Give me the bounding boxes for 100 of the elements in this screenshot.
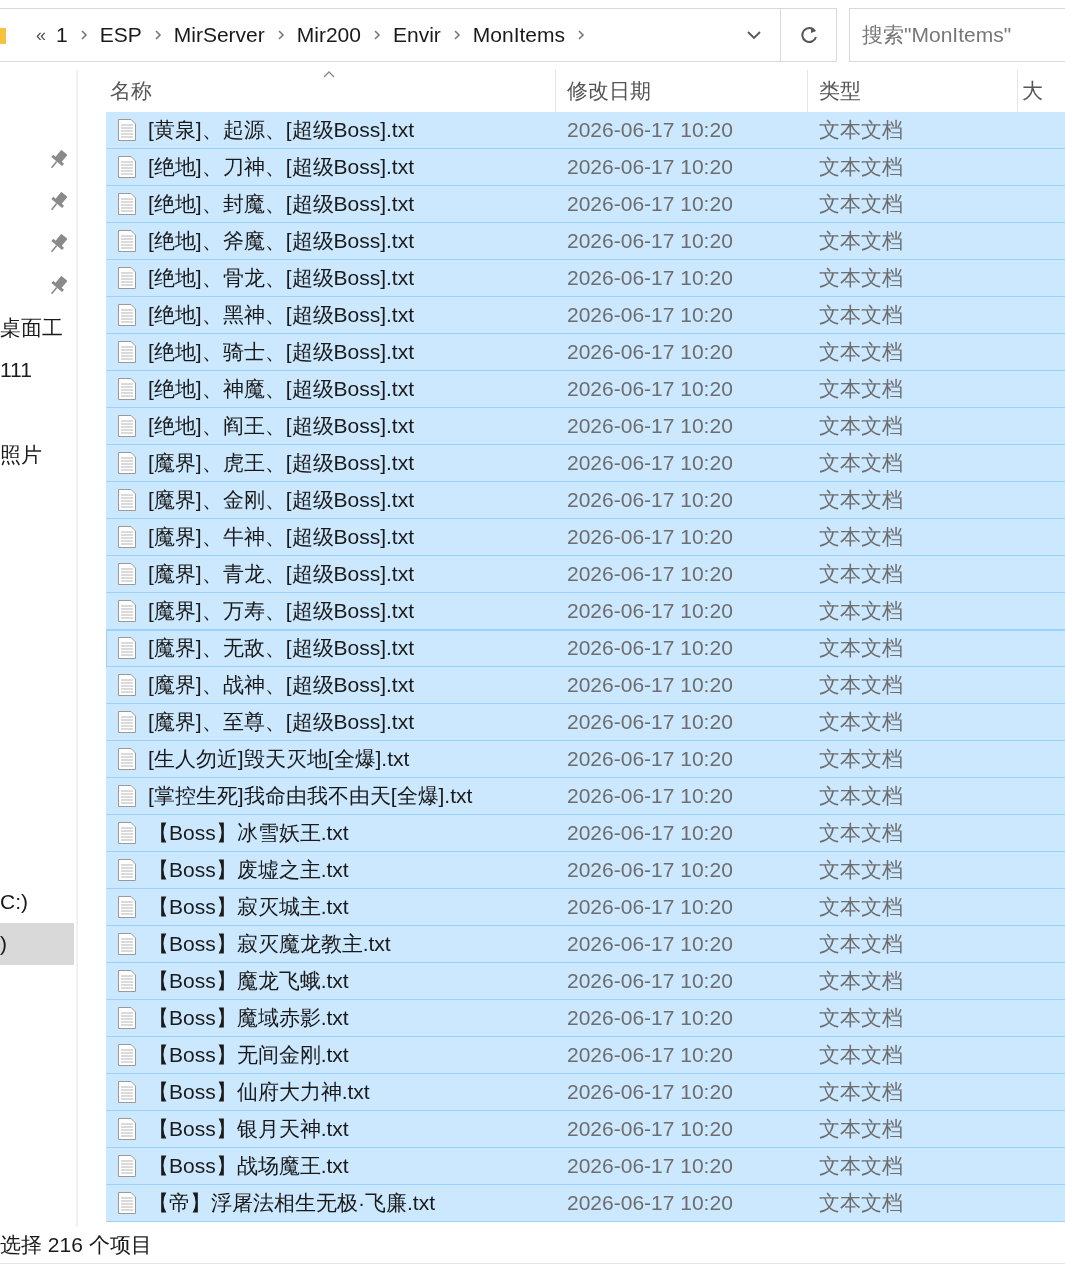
file-type: 文本文档 — [819, 303, 903, 327]
file-row[interactable]: 【Boss】魔域赤影.txt 2026-06-17 10:20 文本文档 — [106, 999, 1065, 1037]
modified-date: 2026-06-17 10:20 — [567, 451, 733, 475]
modified-date: 2026-06-17 10:20 — [567, 1080, 733, 1104]
breadcrumb-item[interactable]: Envir — [392, 23, 441, 47]
modified-date: 2026-06-17 10:20 — [567, 488, 733, 512]
text-file-icon — [117, 821, 137, 846]
chevron-right-icon — [372, 30, 381, 40]
column-header[interactable]: 名称 — [106, 69, 556, 112]
column-header[interactable]: 大 — [1018, 69, 1065, 112]
text-file-icon — [117, 266, 137, 291]
modified-date: 2026-06-17 10:20 — [567, 118, 733, 142]
breadcrumb-item[interactable]: MonItems — [472, 23, 565, 47]
file-row[interactable]: [黄泉]、起源、[超级Boss].txt 2026-06-17 10:20 文本文档 — [106, 111, 1065, 149]
file-row[interactable]: 【Boss】废墟之主.txt 2026-06-17 10:20 文本文档 — [106, 851, 1065, 889]
file-type: 文本文档 — [819, 118, 903, 142]
file-row[interactable]: [掌控生死]我命由我不由天[全爆].txt 2026-06-17 10:20 文本文档 — [106, 777, 1065, 815]
file-name: [魔界]、虎王、[超级Boss].txt — [148, 450, 415, 477]
file-row[interactable]: [魔界]、无敌、[超级Boss].txt 2026-06-17 10:20 文本文档 — [106, 629, 1065, 667]
pin-icon — [48, 274, 68, 297]
refresh-icon — [798, 25, 819, 45]
file-row[interactable]: [生人勿近]毁天灭地[全爆].txt 2026-06-17 10:20 文本文档 — [106, 740, 1065, 778]
text-file-icon — [117, 747, 137, 772]
file-row[interactable]: [魔界]、牛神、[超级Boss].txt 2026-06-17 10:20 文本文档 — [106, 518, 1065, 556]
file-type: 文本文档 — [819, 1006, 903, 1030]
text-file-icon — [117, 451, 137, 476]
file-row[interactable]: [魔界]、金刚、[超级Boss].txt 2026-06-17 10:20 文本文档 — [106, 481, 1065, 519]
column-header[interactable]: 修改日期 — [556, 69, 808, 112]
text-file-icon — [117, 414, 137, 439]
breadcrumb-item[interactable]: 1 — [56, 23, 68, 47]
file-row[interactable]: 【Boss】魔龙飞蛾.txt 2026-06-17 10:20 文本文档 — [106, 962, 1065, 1000]
file-row[interactable]: [绝地]、骑士、[超级Boss].txt 2026-06-17 10:20 文本文档 — [106, 333, 1065, 371]
breadcrumb-item[interactable]: Mir200 — [296, 23, 361, 47]
text-file-icon — [117, 1117, 137, 1142]
breadcrumb-item[interactable]: ESP — [99, 23, 142, 47]
file-type: 文本文档 — [819, 1117, 903, 1141]
file-row[interactable]: [绝地]、骨龙、[超级Boss].txt 2026-06-17 10:20 文本文档 — [106, 259, 1065, 297]
sidebar-item[interactable]: C:) — [0, 880, 74, 923]
file-name: [魔界]、金刚、[超级Boss].txt — [148, 487, 415, 514]
modified-date: 2026-06-17 10:20 — [567, 266, 733, 290]
file-type: 文本文档 — [819, 821, 903, 845]
overflow-chevron[interactable]: « — [36, 24, 46, 46]
file-row[interactable]: 【帝】浮屠法相生无极·飞廉.txt 2026-06-17 10:20 文本文档 — [106, 1184, 1065, 1222]
file-row[interactable]: [绝地]、刀神、[超级Boss].txt 2026-06-17 10:20 文本文档 — [106, 148, 1065, 186]
file-row[interactable]: [绝地]、神魔、[超级Boss].txt 2026-06-17 10:20 文本文档 — [106, 370, 1065, 408]
pin-icon — [48, 148, 68, 171]
modified-date: 2026-06-17 10:20 — [567, 784, 733, 808]
text-file-icon — [117, 303, 137, 328]
text-file-icon — [117, 710, 137, 735]
sidebar-item[interactable]: 111 — [0, 348, 74, 391]
column-header[interactable]: 类型 — [808, 69, 1018, 112]
modified-date: 2026-06-17 10:20 — [567, 710, 733, 734]
file-row[interactable]: [魔界]、青龙、[超级Boss].txt 2026-06-17 10:20 文本文档 — [106, 555, 1065, 593]
text-file-icon — [117, 1006, 137, 1031]
file-name: [掌控生死]我命由我不由天[全爆].txt — [148, 783, 473, 810]
search-field[interactable]: 搜索"MonItems" — [849, 8, 1065, 62]
text-file-icon — [117, 599, 137, 624]
file-row[interactable]: [绝地]、封魔、[超级Boss].txt 2026-06-17 10:20 文本文档 — [106, 185, 1065, 223]
file-row[interactable]: [魔界]、至尊、[超级Boss].txt 2026-06-17 10:20 文本文档 — [106, 703, 1065, 741]
file-type: 文本文档 — [819, 673, 903, 697]
text-file-icon — [117, 784, 137, 809]
file-row[interactable]: 【Boss】冰雪妖王.txt 2026-06-17 10:20 文本文档 — [106, 814, 1065, 852]
file-name: 【Boss】冰雪妖王.txt — [148, 820, 349, 847]
chevron-right-icon — [153, 30, 162, 40]
file-type: 文本文档 — [819, 488, 903, 512]
modified-date: 2026-06-17 10:20 — [567, 673, 733, 697]
file-type: 文本文档 — [819, 377, 903, 401]
file-name: 【Boss】魔域赤影.txt — [148, 1005, 349, 1032]
file-type: 文本文档 — [819, 969, 903, 993]
file-row[interactable]: [魔界]、战神、[超级Boss].txt 2026-06-17 10:20 文本文档 — [106, 666, 1065, 704]
file-row[interactable]: [魔界]、虎王、[超级Boss].txt 2026-06-17 10:20 文本文档 — [106, 444, 1065, 482]
file-row[interactable]: [绝地]、黑神、[超级Boss].txt 2026-06-17 10:20 文本文档 — [106, 296, 1065, 334]
sidebar-item[interactable]: ) — [0, 922, 74, 965]
file-row[interactable]: 【Boss】战场魔王.txt 2026-06-17 10:20 文本文档 — [106, 1147, 1065, 1185]
file-row[interactable]: [绝地]、阎王、[超级Boss].txt 2026-06-17 10:20 文本文档 — [106, 407, 1065, 445]
file-name: [绝地]、斧魔、[超级Boss].txt — [148, 228, 415, 255]
status-text: 选择 216 个项目 — [0, 1232, 152, 1258]
file-row[interactable]: [绝地]、斧魔、[超级Boss].txt 2026-06-17 10:20 文本文档 — [106, 222, 1065, 260]
modified-date: 2026-06-17 10:20 — [567, 969, 733, 993]
sidebar-item[interactable]: 桌面工 — [0, 306, 74, 349]
text-file-icon — [117, 1043, 137, 1068]
text-file-icon — [117, 229, 137, 254]
text-file-icon — [117, 155, 137, 180]
file-row[interactable]: 【Boss】寂灭城主.txt 2026-06-17 10:20 文本文档 — [106, 888, 1065, 926]
file-row[interactable]: [魔界]、万寿、[超级Boss].txt 2026-06-17 10:20 文本文档 — [106, 592, 1065, 630]
sidebar-item[interactable]: 照片 — [0, 433, 74, 476]
file-type: 文本文档 — [819, 340, 903, 364]
file-row[interactable]: 【Boss】仙府大力神.txt 2026-06-17 10:20 文本文档 — [106, 1073, 1065, 1111]
breadcrumb-item[interactable]: MirServer — [173, 23, 265, 47]
modified-date: 2026-06-17 10:20 — [567, 636, 733, 660]
file-row[interactable]: 【Boss】银月天神.txt 2026-06-17 10:20 文本文档 — [106, 1110, 1065, 1148]
dropdown-icon — [746, 30, 763, 40]
file-type: 文本文档 — [819, 1191, 903, 1215]
file-row[interactable]: 【Boss】寂灭魔龙教主.txt 2026-06-17 10:20 文本文档 — [106, 925, 1065, 963]
file-row[interactable]: 【Boss】无间金刚.txt 2026-06-17 10:20 文本文档 — [106, 1036, 1065, 1074]
file-type: 文本文档 — [819, 266, 903, 290]
file-name: 【Boss】废墟之主.txt — [148, 857, 349, 884]
refresh-button[interactable] — [781, 8, 837, 62]
file-type: 文本文档 — [819, 858, 903, 882]
file-name: [绝地]、刀神、[超级Boss].txt — [148, 154, 415, 181]
